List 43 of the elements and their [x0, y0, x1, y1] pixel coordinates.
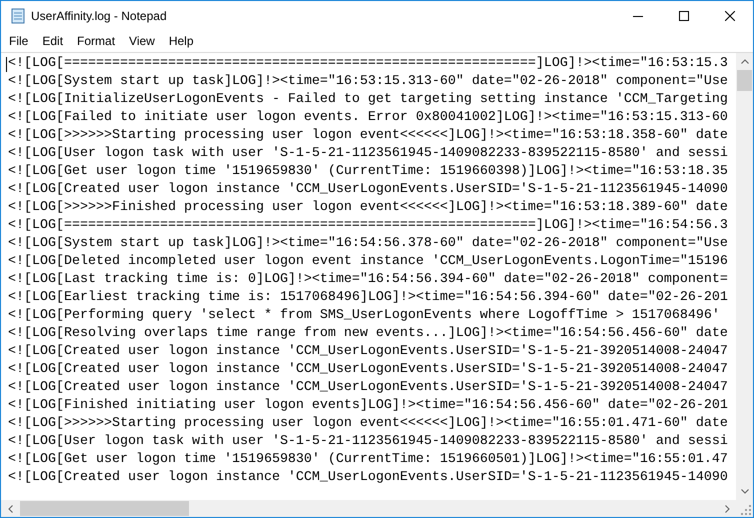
scroll-thumb[interactable]: [737, 70, 752, 91]
text-cursor: [6, 57, 7, 72]
scroll-thumb[interactable]: [20, 501, 189, 516]
log-line: <![LOG[Created user logon instance 'CCM_UserLogonEvents.UserSID='S-1-5-21-1123561945-14090: [8, 469, 728, 487]
close-icon: [725, 11, 735, 21]
log-line: <![LOG[Earliest tracking time is: 1517068496]LOG]!><time="16:54:56.394-60" date="02-26-201: [8, 289, 728, 307]
notepad-icon: [10, 8, 26, 24]
log-line: <![LOG[===========================================================]LOG]!><time="16:53:15.3: [8, 55, 728, 73]
scroll-down-icon[interactable]: [740, 489, 748, 494]
maximize-icon: [679, 11, 689, 21]
log-line: <![LOG[Performing query 'select * from SMS_UserLogonEvents where LogoffTime > 1517068496': [8, 307, 720, 325]
window-title: UserAffinity.log - Notepad: [31, 8, 167, 25]
horizontal-scrollbar[interactable]: [1, 500, 736, 517]
log-line: <![LOG[Created user logon instance 'CCM_UserLogonEvents.UserSID='S-1-5-21-3920514008-24047: [8, 379, 728, 397]
log-line: <![LOG[Last tracking time is: 0]LOG]!><time="16:54:56.394-60" date="02-26-2018" component=: [8, 271, 728, 289]
log-line: <![LOG[===========================================================]LOG]!><time="16:54:56.3: [8, 217, 728, 235]
log-line: <![LOG[Created user logon instance 'CCM_UserLogonEvents.UserSID='S-1-5-21-1123561945-14090: [8, 181, 728, 199]
log-line: <![LOG[Deleted incompleted user logon event instance 'CCM_UserLogonEvents.LogonTime="15196: [8, 253, 728, 271]
log-line: <![LOG[Get user logon time '1519659830' (CurrentTime: 1519660398)]LOG]!><time="16:53:18.35: [8, 163, 728, 181]
log-line: <![LOG[>>>>>>Starting processing user logon event<<<<<<]LOG]!><time="16:53:18.358-60" date: [8, 127, 728, 145]
log-line: <![LOG[Failed to initiate user logon events. Error 0x80041002]LOG]!><time="16:53:15.313-60: [8, 109, 728, 127]
menu-item[interactable]: Edit: [35, 31, 70, 51]
scroll-left-icon[interactable]: [8, 504, 13, 512]
log-line: <![LOG[User logon task with user 'S-1-5-21-1123561945-1409082233-839522115-8580' and sessi: [8, 145, 728, 163]
log-line: <![LOG[Resolving overlaps time range from new events...]LOG]!><time="16:54:56.456-60" date: [8, 325, 728, 343]
menu-item[interactable]: View: [122, 31, 162, 51]
log-line: <![LOG[User logon task with user 'S-1-5-21-1123561945-1409082233-839522115-8580' and sessi: [8, 433, 728, 451]
log-line: <![LOG[System start up task]LOG]!><time="16:53:15.313-60" date="02-26-2018" component="Use: [8, 73, 728, 91]
log-line: <![LOG[>>>>>>Starting processing user logon event<<<<<<]LOG]!><time="16:55:01.471-60" date: [8, 415, 728, 433]
log-line: <![LOG[Created user logon instance 'CCM_UserLogonEvents.UserSID='S-1-5-21-3920514008-24047: [8, 343, 728, 361]
log-line: <![LOG[System start up task]LOG]!><time="16:54:56.378-60" date="02-26-2018" component="Use: [8, 235, 728, 253]
resize-grip-icon[interactable]: [741, 505, 751, 515]
menu-item[interactable]: Format: [70, 31, 122, 51]
log-line: <![LOG[InitializeUserLogonEvents - Failed to get targeting setting instance 'CCM_Targeting: [8, 91, 728, 109]
vertical-scrollbar[interactable]: [736, 53, 753, 500]
scroll-right-icon[interactable]: [725, 504, 730, 512]
log-line: <![LOG[Created user logon instance 'CCM_UserLogonEvents.UserSID='S-1-5-21-3920514008-24047: [8, 361, 728, 379]
log-line: <![LOG[Finished initiating user logon events]LOG]!><time="16:54:56.456-60" date="02-26-201: [8, 397, 728, 415]
log-line: <![LOG[>>>>>>Finished processing user logon event<<<<<<]LOG]!><time="16:53:18.389-60" date: [8, 199, 728, 217]
scroll-up-icon[interactable]: [740, 59, 748, 64]
menu-item[interactable]: File: [2, 31, 36, 51]
log-line: <![LOG[Get user logon time '1519659830' (CurrentTime: 1519660501)]LOG]!><time="16:55:01.47: [8, 451, 728, 469]
menu-item[interactable]: Help: [162, 31, 201, 51]
